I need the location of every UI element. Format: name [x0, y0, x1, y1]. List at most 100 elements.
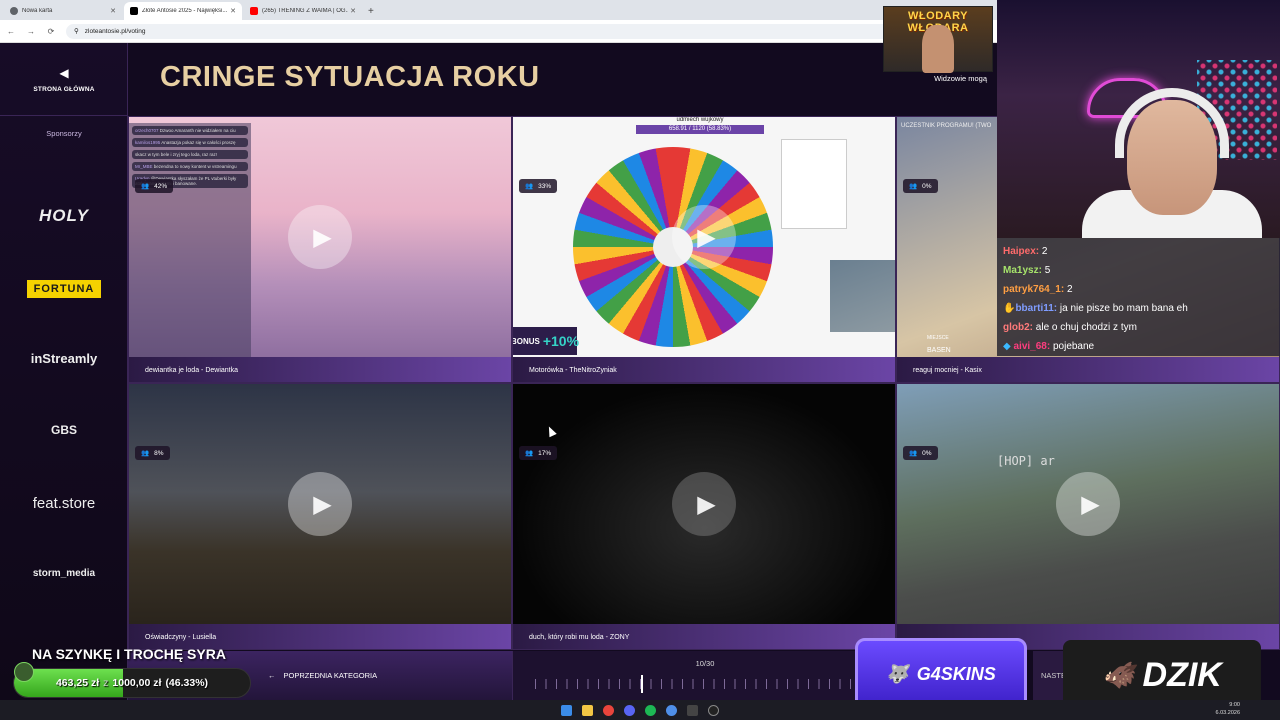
chrome-icon[interactable] — [603, 704, 614, 716]
chat-line: Haipex: 2 — [1003, 242, 1274, 261]
wheel-header: udmiech wujkowy 658.91 / 1120 (58.83%) — [635, 117, 765, 137]
url-field[interactable]: ⚲ zloteantosie.pl/voting — [66, 23, 916, 39]
badge-icon: ◆ — [1003, 341, 1011, 352]
donation-progress-text: 463,25 zł z 1000,00 zł (46.33%) — [14, 669, 250, 697]
donation-goal-title: NA SZYNKĘ I TROCHĘ SYRA — [32, 646, 226, 662]
sponsors-heading: Sponsorzy — [46, 129, 82, 138]
obs-icon[interactable] — [708, 704, 719, 716]
close-tab-icon[interactable]: ✕ — [230, 7, 236, 15]
windows-start-icon[interactable] — [561, 704, 572, 716]
banner-face — [922, 25, 954, 73]
windows-taskbar: 9:00 6.03.2026 — [0, 700, 1280, 720]
close-tab-icon[interactable]: ✕ — [110, 7, 116, 15]
chat-user: glob2: — [1003, 322, 1033, 333]
nominee-card[interactable]: 👥 8% ▶ Oświadczyny - Lusiella — [128, 383, 512, 650]
overlay-text: [HOP] ar — [997, 454, 1055, 468]
taskbar-clock[interactable]: 9:00 6.03.2026 — [1216, 701, 1240, 717]
users-icon: 👥 — [909, 183, 918, 190]
play-icon[interactable]: ▶ — [288, 205, 352, 269]
chat-panel: orzech0707 Dzwoo Amaranth nie widziałem … — [129, 123, 251, 357]
chat-user: bbarti11: — [1015, 303, 1058, 314]
chat-text: 2 — [1041, 246, 1048, 257]
home-button[interactable]: ◀ STRONA GŁÓWNA — [0, 43, 128, 116]
chat-line: ✋bbarti11: ja nie pisze bo mam bana eh — [1003, 299, 1274, 318]
nominee-card[interactable]: orzech0707 Dzwoo Amaranth nie widziałem … — [128, 116, 512, 383]
sponsor-fortuna-logo[interactable]: FORTUNA — [27, 280, 101, 298]
donation-progress-bar: 463,25 zł z 1000,00 zł (46.33%) — [13, 668, 251, 698]
chat-user: aivi_68: — [1013, 341, 1051, 352]
browser-tab-youtube[interactable]: (265) TRENING Z WAIMA | OG... ✕ — [244, 2, 362, 20]
back-icon[interactable]: ← — [6, 27, 16, 36]
browser-tab-zloteantosie[interactable]: Złote Antosie 2025 - Najwięksi... ✕ — [124, 2, 242, 20]
video-thumbnail: udmiech wujkowy 658.91 / 1120 (58.83%) B… — [513, 117, 895, 357]
discord-icon[interactable] — [624, 704, 635, 716]
play-icon[interactable]: ▶ — [288, 472, 352, 536]
sponsor-gbs-logo[interactable]: GBS — [0, 423, 128, 437]
arrow-left-icon: ← — [268, 671, 276, 680]
page-indicator: 10/30 — [695, 659, 715, 668]
category-title: CRINGE SYTUACJA ROKU — [160, 61, 540, 93]
zloteantosie-favicon-icon — [130, 7, 138, 15]
reload-icon[interactable]: ⟳ — [46, 27, 56, 36]
play-icon[interactable]: ▶ — [1056, 472, 1120, 536]
nominee-card[interactable]: udmiech wujkowy 658.91 / 1120 (58.83%) B… — [512, 116, 896, 383]
category-ticks[interactable] — [535, 679, 855, 689]
chat-text: pojebane — [1052, 341, 1095, 352]
nominee-caption: duch, który robi mu loda - ZONY — [513, 624, 895, 649]
vote-percent: 33% — [538, 182, 552, 190]
twitch-chat: Haipex: 2 Ma1ysz: 5 patryk764_1: 2 ✋bbar… — [997, 238, 1280, 356]
nominee-card[interactable]: [HOP] ar 👥 0% ▶ — [896, 383, 1280, 650]
vote-percent: 8% — [154, 449, 164, 457]
file-explorer-icon[interactable] — [582, 704, 593, 716]
play-icon[interactable]: ▶ — [672, 205, 736, 269]
play-icon[interactable]: ▶ — [672, 472, 736, 536]
sponsor-instreamly-logo[interactable]: inStreamly — [0, 351, 128, 366]
browser-tabbar: Nowa karta ✕ Złote Antosie 2025 - Najwię… — [0, 0, 1000, 20]
vote-percent-badge: 👥 0% — [903, 446, 938, 460]
donation-percent: (46.33%) — [165, 677, 209, 689]
sidebar: ◀ STRONA GŁÓWNA Sponsorzy HOLY FORTUNA i… — [0, 43, 128, 700]
chat-text: 5 — [1044, 265, 1051, 276]
wheel-counter: 658.91 / 1120 (58.83%) — [636, 125, 764, 134]
app-icon[interactable] — [687, 704, 698, 716]
nominee-card[interactable]: 👥 17% ▶ duch, który robi mu loda - ZONY — [512, 383, 896, 650]
spotify-icon[interactable] — [645, 704, 656, 716]
browser-tab-new[interactable]: Nowa karta ✕ — [4, 2, 122, 20]
tab-label: Nowa karta — [22, 8, 53, 14]
chat-line: Ma1ysz: 5 — [1003, 261, 1274, 280]
forward-icon[interactable]: → — [26, 27, 36, 36]
chat-message: skacz w tym bele i zryj tego loda, raz r… — [132, 150, 248, 159]
dzik-text: DZIK — [1142, 655, 1222, 694]
chat-user: Ma1ysz: — [1003, 265, 1042, 276]
nominee-caption: dewiantka je loda - Dewiantka — [129, 357, 511, 382]
video-thumbnail: [HOP] ar 👥 0% ▶ — [897, 384, 1279, 624]
vote-percent: 0% — [922, 449, 932, 457]
new-tab-button[interactable]: + — [368, 2, 374, 20]
url-text: zloteantosie.pl/voting — [84, 27, 146, 35]
chat-line: glob2: ale o chuj chodzi z tym — [1003, 318, 1274, 337]
chrome-alt-icon[interactable] — [666, 704, 677, 716]
home-label: STRONA GŁÓWNA — [33, 85, 95, 93]
chat-text: ale o chuj chodzi z tym — [1035, 322, 1137, 333]
sponsor-holy-logo[interactable]: HOLY — [0, 206, 128, 226]
g4skins-text: G4SKINS — [916, 663, 996, 684]
site-info-icon[interactable]: ⚲ — [74, 27, 79, 35]
sponsor-stormmedia-logo[interactable]: storm_media — [0, 568, 128, 579]
chat-user: patryk764_1: — [1003, 284, 1065, 295]
tab-label: (265) TRENING Z WAIMA | OG... — [262, 8, 348, 14]
wolf-icon: 🐺 — [886, 663, 909, 684]
chat-text: ja nie pisze bo mam bana eh — [1059, 303, 1188, 314]
bonus-word: BONUS — [512, 336, 540, 346]
chat-text: 2 — [1066, 284, 1073, 295]
sponsor-featstore-logo[interactable]: feat.store — [0, 495, 128, 512]
donation-goal: 1000,00 zł — [112, 677, 162, 689]
video-thumbnail: orzech0707 Dzwoo Amaranth nie widziałem … — [129, 117, 511, 357]
close-tab-icon[interactable]: ✕ — [350, 7, 356, 15]
chat-user: Haipex: — [1003, 246, 1040, 257]
chat-line: patryk764_1: 2 — [1003, 280, 1274, 299]
boar-icon: 🐗 — [1102, 659, 1135, 690]
clock-time: 9:00 — [1229, 702, 1240, 708]
donation-separator: z — [103, 677, 109, 689]
chat-message: Mr_MBE bezendna to nowy kontent w vstrea… — [132, 162, 248, 171]
nominee-caption: reaguj mocniej - Kasix — [897, 357, 1279, 382]
